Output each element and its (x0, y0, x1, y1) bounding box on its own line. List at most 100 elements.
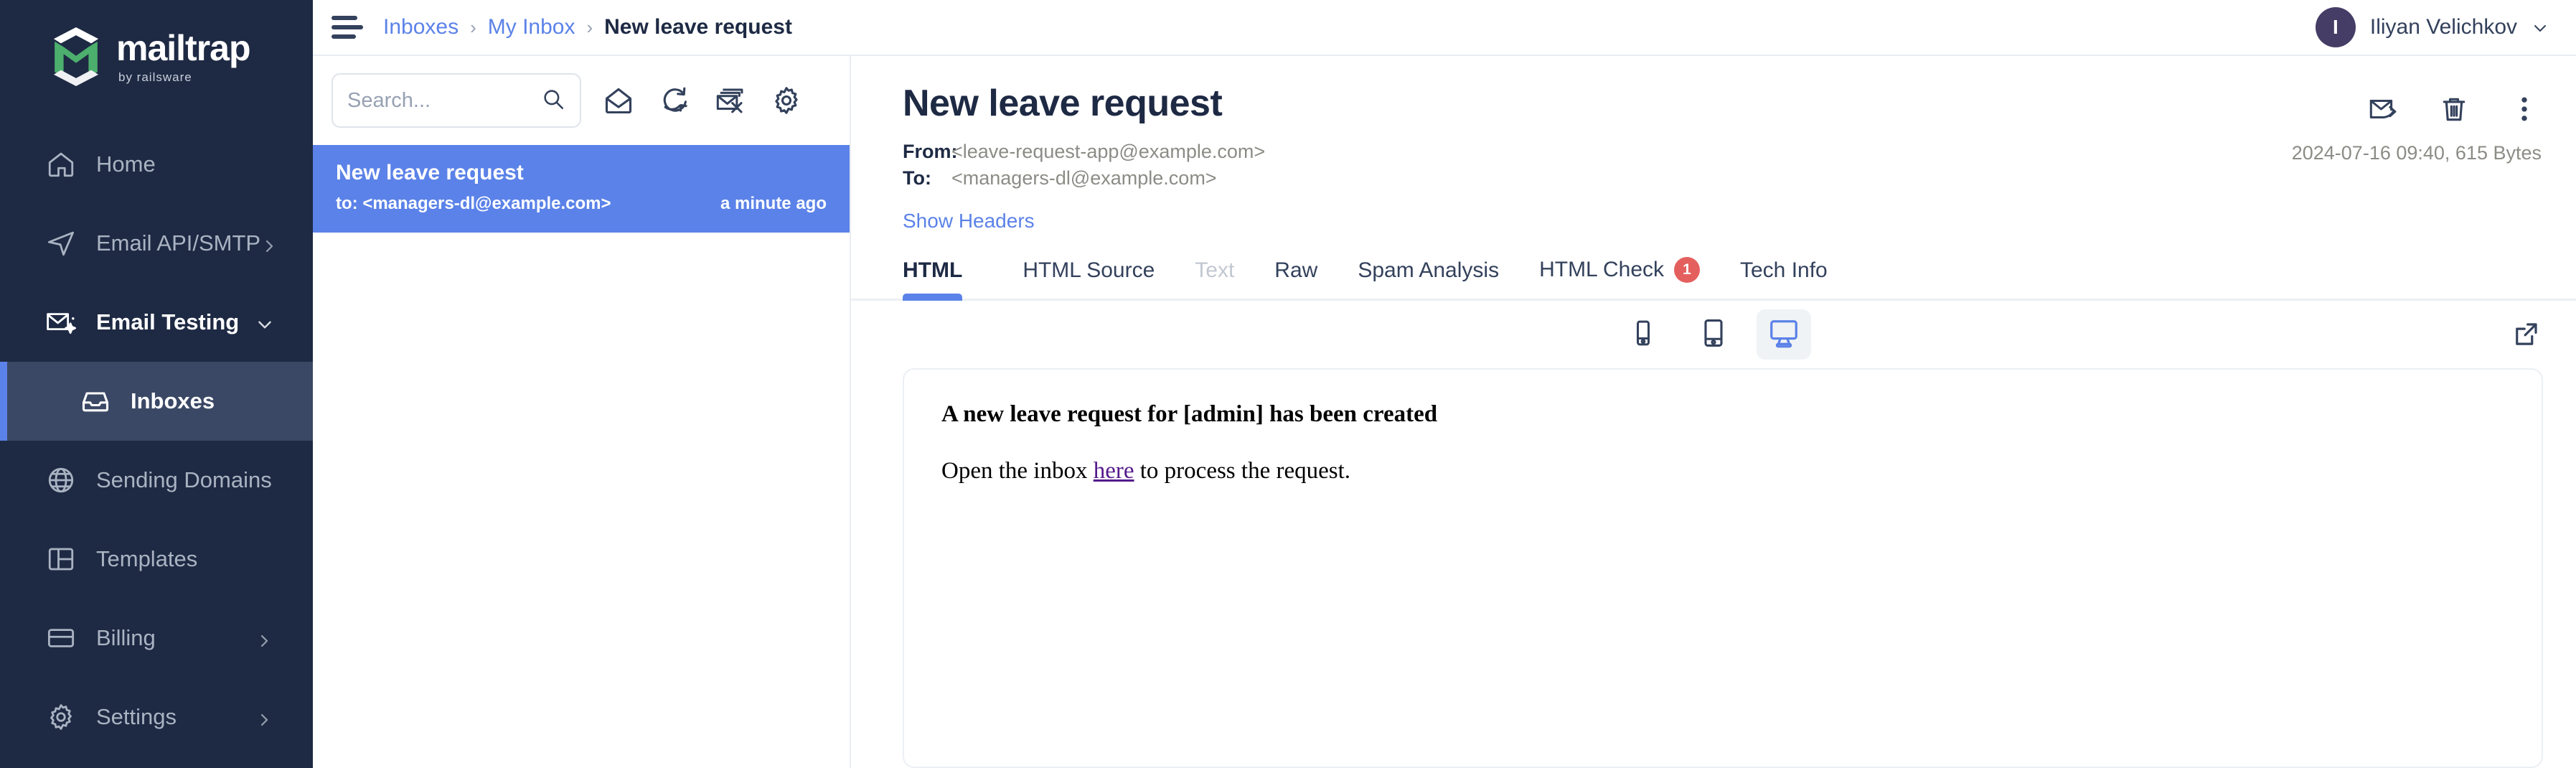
chevron-down-icon (2532, 19, 2547, 35)
paragraph-text-after: to process the request. (1134, 458, 1351, 484)
tab-label: Tech Info (1740, 258, 1828, 283)
sidebar-item-label: Settings (96, 704, 255, 730)
more-vertical-icon[interactable] (2507, 92, 2542, 126)
user-menu[interactable]: I Iliyan Velichkov (2316, 7, 2547, 47)
refresh-button[interactable] (656, 82, 693, 119)
external-link-icon[interactable] (2509, 317, 2543, 352)
avatar: I (2316, 7, 2356, 47)
preview-tablet-button[interactable] (1686, 309, 1741, 360)
sidebar-item-settings[interactable]: Settings (0, 678, 313, 757)
inbox-icon (79, 385, 112, 418)
from-value: <leave-request-app@example.com> (951, 141, 1265, 163)
message-meta-info: 2024-07-16 09:40, 615 Bytes (2292, 141, 2542, 164)
to-label: To: (903, 167, 951, 189)
tab-label: HTML Check (1539, 258, 1664, 282)
chevron-right-icon (255, 629, 273, 647)
sidebar-item-billing[interactable]: Billing (0, 599, 313, 678)
from-line: From: <leave-request-app@example.com> (903, 141, 2292, 163)
forward-email-icon[interactable] (2366, 92, 2401, 126)
tab-html-source[interactable]: HTML Source (1002, 258, 1175, 299)
to-value: <managers-dl@example.com> (951, 167, 1217, 189)
search-box[interactable] (332, 73, 581, 128)
tab-tech-info[interactable]: Tech Info (1720, 258, 1848, 299)
sidebar-item-sending-domains[interactable]: Sending Domains (0, 441, 313, 520)
to-line: To: <managers-dl@example.com> (903, 167, 2292, 189)
brand-tagline: by railsware (118, 71, 250, 83)
breadcrumb-item-my-inbox[interactable]: My Inbox (488, 15, 575, 39)
sidebar-item-email-testing[interactable]: Email Testing (0, 283, 313, 362)
preview-mobile-button[interactable] (1616, 309, 1670, 360)
tab-label: Spam Analysis (1358, 258, 1499, 283)
templates-icon (44, 543, 77, 576)
message-time: a minute ago (720, 194, 827, 214)
search-input[interactable] (347, 89, 534, 113)
address-block: From: <leave-request-app@example.com> To… (903, 141, 2292, 194)
show-headers-link[interactable]: Show Headers (903, 210, 1035, 233)
sidebar: mailtrap by railsware Home Em (0, 0, 313, 768)
desktop-icon (1767, 317, 1800, 353)
email-testing-icon (44, 306, 77, 339)
email-body-link[interactable]: here (1094, 458, 1134, 484)
home-icon (44, 148, 77, 181)
message-list-item[interactable]: New leave request to: <managers-dl@examp… (313, 145, 850, 233)
chevron-down-icon (255, 314, 273, 331)
main-region: Inboxes › My Inbox › New leave request I… (313, 0, 2576, 768)
breadcrumb-item-inboxes[interactable]: Inboxes (383, 15, 459, 39)
device-preview-group (1616, 309, 1811, 360)
search-icon (541, 87, 565, 115)
tab-spam-analysis[interactable]: Spam Analysis (1338, 258, 1519, 299)
breadcrumb-separator: › (586, 17, 593, 39)
sidebar-item-email-api-smtp[interactable]: Email API/SMTP (0, 204, 313, 283)
paragraph-text-before: Open the inbox (941, 458, 1094, 484)
tab-label: HTML Source (1023, 258, 1155, 283)
message-recipient: to: <managers-dl@example.com> (336, 194, 720, 214)
breadcrumb: Inboxes › My Inbox › New leave request (383, 15, 792, 39)
credit-card-icon (44, 622, 77, 655)
email-body-paragraph: Open the inbox here to process the reque… (941, 458, 2504, 484)
tab-raw[interactable]: Raw (1254, 258, 1338, 299)
page-title: New leave request (903, 82, 1222, 125)
tablet-icon (1698, 317, 1729, 352)
tab-text: Text (1175, 258, 1254, 299)
content-columns: New leave request to: <managers-dl@examp… (313, 56, 2576, 768)
status-badge: 1 (1674, 257, 1700, 283)
mailtrap-logo-icon (49, 27, 103, 86)
detail-actions (2366, 82, 2542, 126)
send-icon (44, 227, 77, 260)
sidebar-item-label: Sending Domains (96, 467, 273, 493)
sidebar-item-label: Billing (96, 625, 255, 651)
sidebar-item-label: Templates (96, 546, 273, 572)
sidebar-item-label: Inboxes (131, 388, 273, 414)
sidebar-item-label: Email API/SMTP (96, 230, 260, 256)
tab-html[interactable]: HTML (903, 258, 982, 299)
sidebar-item-templates[interactable]: Templates (0, 520, 313, 599)
message-detail-panel: New leave request (851, 56, 2576, 768)
sidebar-nav: Home Email API/SMTP (0, 125, 313, 757)
tab-label: Raw (1274, 258, 1317, 283)
globe-icon (44, 464, 77, 497)
gear-icon (44, 701, 77, 734)
tab-label: Text (1195, 258, 1234, 283)
breadcrumb-item-current: New leave request (604, 15, 792, 39)
from-label: From: (903, 141, 951, 163)
mark-all-read-button[interactable] (600, 82, 637, 119)
sidebar-item-label: Email Testing (96, 309, 255, 335)
chevron-right-icon (255, 708, 273, 726)
breadcrumb-separator: › (470, 17, 476, 39)
sidebar-item-home[interactable]: Home (0, 125, 313, 204)
detail-tabs: HTML HTML Source Text Raw Spam Analysis … (851, 257, 2576, 301)
hamburger-menu-icon[interactable] (332, 10, 366, 45)
brand-name: mailtrap (116, 30, 250, 66)
message-meta: to: <managers-dl@example.com> a minute a… (336, 194, 827, 214)
sidebar-item-inboxes[interactable]: Inboxes (0, 362, 313, 441)
message-list-toolbar (313, 56, 850, 145)
preview-desktop-button[interactable] (1757, 309, 1811, 360)
tab-html-check[interactable]: HTML Check 1 (1519, 257, 1720, 299)
detail-header: New leave request (851, 56, 2576, 233)
chevron-right-icon (260, 235, 278, 252)
email-preview-card: A new leave request for [admin] has been… (903, 368, 2543, 768)
brand-logo[interactable]: mailtrap by railsware (0, 22, 313, 88)
inbox-settings-button[interactable] (768, 82, 805, 119)
trash-icon[interactable] (2437, 92, 2471, 126)
delete-all-button[interactable] (712, 82, 749, 119)
